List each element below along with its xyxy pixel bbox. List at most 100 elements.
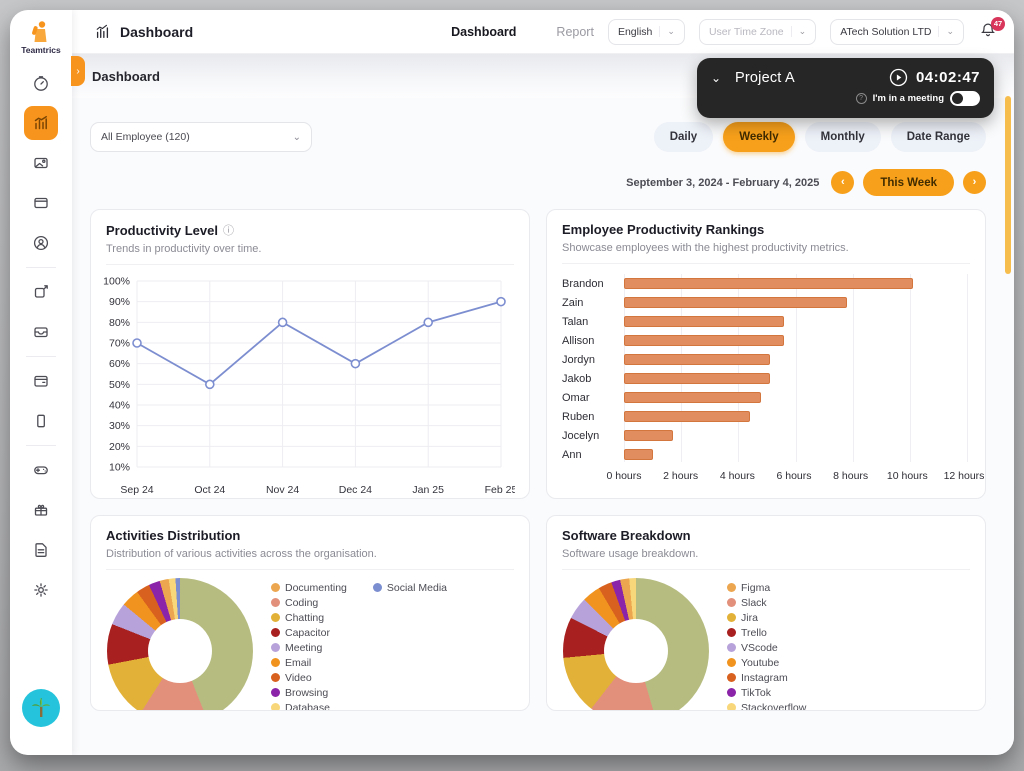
play-icon[interactable] xyxy=(889,68,908,87)
this-week-button[interactable]: This Week xyxy=(863,169,954,196)
meeting-toggle[interactable] xyxy=(950,91,980,106)
legend-item-tiktok[interactable]: TikTok xyxy=(727,685,806,700)
topbar: Dashboard Dashboard Report English ⌄ Use… xyxy=(72,10,1014,54)
legend-label: Youtube xyxy=(741,657,779,669)
sidebar-expand-tab[interactable]: › xyxy=(71,56,85,86)
legend-dot xyxy=(271,703,280,711)
company-select[interactable]: ATech Solution LTD ⌄ xyxy=(830,19,964,45)
legend-dot xyxy=(271,613,280,622)
bar[interactable] xyxy=(624,411,750,422)
sidebar-item-games[interactable] xyxy=(24,453,58,487)
content: All Employee (120) ⌄ Daily Weekly Monthly D… xyxy=(72,98,1014,755)
legend-item-documenting[interactable]: Documenting xyxy=(271,580,347,595)
legend-item-coding[interactable]: Coding xyxy=(271,595,347,610)
bar-row: Ann xyxy=(562,445,967,464)
period-button-weekly[interactable]: Weekly xyxy=(723,122,794,152)
legend-item-stackoverflow[interactable]: Stackoverflow xyxy=(727,700,806,711)
period-button-date-range[interactable]: Date Range xyxy=(891,122,986,152)
legend-item-database[interactable]: Database xyxy=(271,700,347,711)
legend-item-video[interactable]: Video xyxy=(271,670,347,685)
scrollbar-thumb[interactable] xyxy=(1005,96,1011,274)
period-button-daily[interactable]: Daily xyxy=(654,122,714,152)
bar[interactable] xyxy=(624,335,784,346)
sidebar-item-calendar-wallet[interactable] xyxy=(24,364,58,398)
legend-item-meeting[interactable]: Meeting xyxy=(271,640,347,655)
bar-label: Zain xyxy=(562,297,624,309)
rewards-gift-icon xyxy=(32,501,50,519)
help-icon[interactable]: ? xyxy=(856,93,867,104)
sidebar-item-reports-file[interactable] xyxy=(24,533,58,567)
legend-item-trello[interactable]: Trello xyxy=(727,625,806,640)
employee-select[interactable]: All Employee (120) ⌄ xyxy=(90,122,312,152)
timezone-select[interactable]: User Time Zone ⌄ xyxy=(699,19,816,45)
bar-row: Allison xyxy=(562,331,967,350)
card-subtitle: Software usage breakdown. xyxy=(562,548,970,560)
user-avatar[interactable] xyxy=(22,689,60,727)
dashboard-icon xyxy=(32,114,50,132)
legend-label: Jira xyxy=(741,612,758,624)
sidebar-item-screenshots[interactable] xyxy=(24,146,58,180)
legend: DocumentingCodingChattingCapacitorMeetin… xyxy=(271,580,447,711)
bar[interactable] xyxy=(624,430,673,441)
logo-text: Teamtrics xyxy=(21,45,61,55)
chevron-down-icon[interactable]: ⌄ xyxy=(711,71,735,85)
legend-item-social-media[interactable]: Social Media xyxy=(373,580,447,595)
legend-item-figma[interactable]: Figma xyxy=(727,580,806,595)
bar[interactable] xyxy=(624,297,847,308)
employee-rankings-card: Employee Productivity Rankings Showcase … xyxy=(546,209,986,499)
prev-week-button[interactable]: ‹ xyxy=(831,171,854,194)
legend-dot xyxy=(271,598,280,607)
sidebar-item-inbox[interactable] xyxy=(24,315,58,349)
period-button-monthly[interactable]: Monthly xyxy=(805,122,881,152)
bar[interactable] xyxy=(624,373,770,384)
sidebar-item-share-export[interactable] xyxy=(24,275,58,309)
bar[interactable] xyxy=(624,449,653,460)
project-name[interactable]: Project A xyxy=(735,70,795,86)
legend-item-slack[interactable]: Slack xyxy=(727,595,806,610)
activities-distribution-card: Activities Distribution Distribution of … xyxy=(90,515,530,711)
legend-label: Slack xyxy=(741,597,767,609)
sidebar-item-mobile-device[interactable] xyxy=(24,404,58,438)
bar[interactable] xyxy=(624,278,913,289)
calendar-wallet-icon xyxy=(32,372,50,390)
legend-item-instagram[interactable]: Instagram xyxy=(727,670,806,685)
legend-label: Email xyxy=(285,657,311,669)
nav-report[interactable]: Report xyxy=(556,25,594,39)
x-tick-label: 6 hours xyxy=(776,470,811,482)
teamtrics-logo-icon xyxy=(28,20,54,44)
bar-label: Jakob xyxy=(562,373,624,385)
legend-item-browsing[interactable]: Browsing xyxy=(271,685,347,700)
legend-item-youtube[interactable]: Youtube xyxy=(727,655,806,670)
svg-text:Oct 24: Oct 24 xyxy=(194,484,225,496)
legend-item-chatting[interactable]: Chatting xyxy=(271,610,347,625)
bar[interactable] xyxy=(624,392,761,403)
sidebar-item-settings-gear[interactable] xyxy=(24,573,58,607)
next-week-button[interactable]: › xyxy=(963,171,986,194)
legend-dot xyxy=(727,658,736,667)
nav-dashboard[interactable]: Dashboard xyxy=(451,25,516,39)
app-logo[interactable]: Teamtrics xyxy=(21,20,61,55)
sidebar-item-timer[interactable] xyxy=(24,66,58,100)
legend-item-capacitor[interactable]: Capacitor xyxy=(271,625,347,640)
notifications-button[interactable]: 47 xyxy=(980,21,996,43)
date-navigation-row: September 3, 2024 - February 4, 2025 ‹ T… xyxy=(90,169,986,196)
sidebar-item-dashboard[interactable] xyxy=(24,106,58,140)
svg-text:30%: 30% xyxy=(109,420,130,432)
svg-text:Nov 24: Nov 24 xyxy=(266,484,299,496)
bar-row: Jordyn xyxy=(562,350,967,369)
bar[interactable] xyxy=(624,354,770,365)
sidebar-item-rewards-gift[interactable] xyxy=(24,493,58,527)
bar-label: Jordyn xyxy=(562,354,624,366)
mobile-device-icon xyxy=(32,412,50,430)
legend-item-jira[interactable]: Jira xyxy=(727,610,806,625)
legend-dot xyxy=(271,658,280,667)
sidebar-item-user[interactable] xyxy=(24,226,58,260)
sidebar-item-browser-apps[interactable] xyxy=(24,186,58,220)
info-icon[interactable]: ⓘ xyxy=(223,222,234,238)
sidebar-divider xyxy=(26,356,56,357)
language-select[interactable]: English ⌄ xyxy=(608,19,685,45)
bar[interactable] xyxy=(624,316,784,327)
donut xyxy=(563,578,709,711)
legend-item-vscode[interactable]: VScode xyxy=(727,640,806,655)
legend-item-email[interactable]: Email xyxy=(271,655,347,670)
